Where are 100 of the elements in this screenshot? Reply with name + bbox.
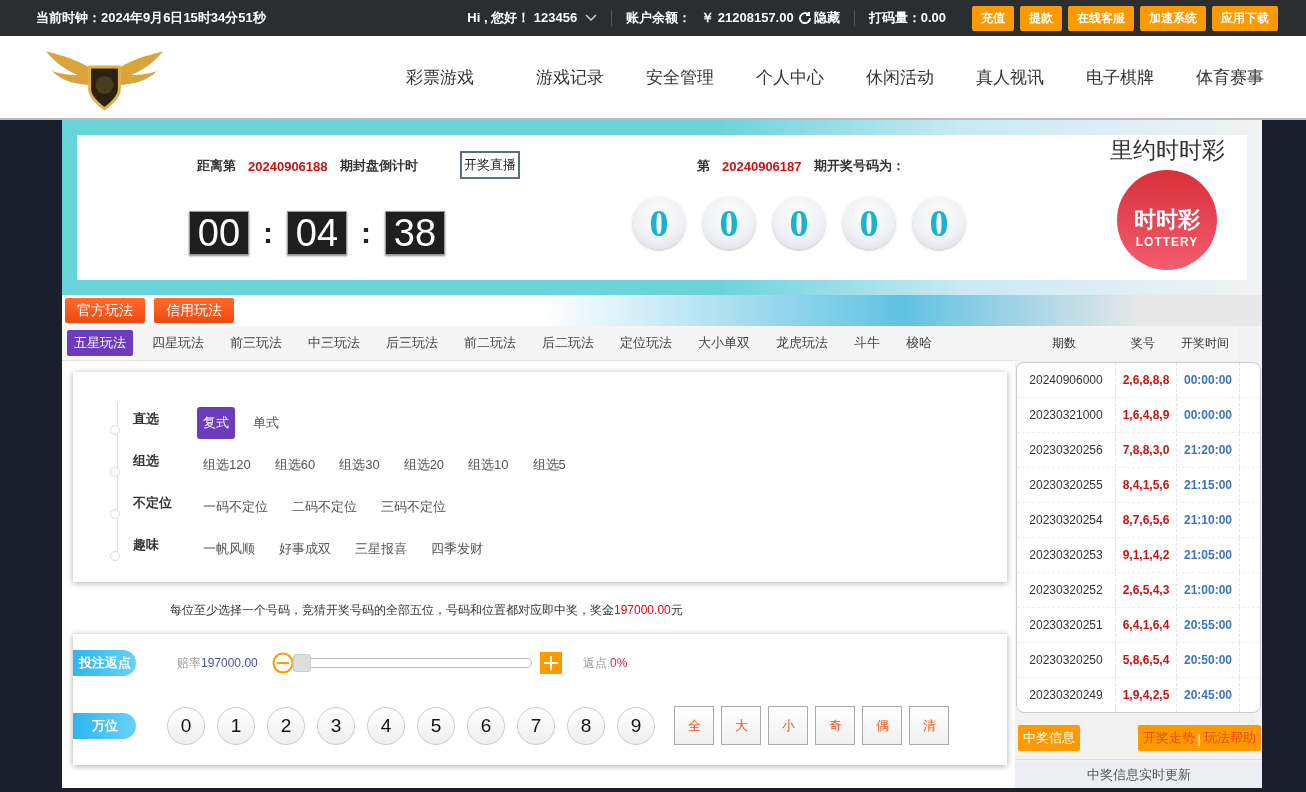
issue-cell: 20240906000 xyxy=(1017,363,1116,397)
nav-item[interactable]: 彩票游戏 xyxy=(406,65,536,89)
numbers-cell: 8,4,1,5,6 xyxy=(1116,468,1177,502)
time-cell: 00:00:00 xyxy=(1177,398,1240,432)
minus-icon[interactable] xyxy=(271,652,294,674)
play-option[interactable]: 三星报喜 xyxy=(349,533,413,565)
balance-label: 账户余额： xyxy=(626,9,692,27)
play-option[interactable]: 单式 xyxy=(247,407,285,439)
play-option[interactable]: 四季发财 xyxy=(425,533,489,565)
play-option[interactable]: 好事成双 xyxy=(273,533,337,565)
nav-item[interactable]: 真人视讯 xyxy=(976,65,1086,89)
play-option[interactable]: 组选10 xyxy=(462,449,515,481)
issue-cell: 20230320255 xyxy=(1017,468,1116,502)
numbers-cell: 6,4,1,6,4 xyxy=(1116,608,1177,642)
numbers-cell: 7,8,8,3,0 xyxy=(1116,433,1177,467)
timeline-dot xyxy=(110,551,120,561)
play-tab[interactable]: 中三玩法 xyxy=(301,330,367,356)
number-ball[interactable]: 3 xyxy=(317,706,355,745)
odds-text: 赔率197000.00 xyxy=(177,654,258,672)
result-ball: 0 xyxy=(913,197,965,249)
plus-icon[interactable] xyxy=(539,652,562,674)
play-option[interactable]: 组选5 xyxy=(526,449,572,481)
play-tab[interactable]: 大小单双 xyxy=(691,330,757,356)
link-separator: | xyxy=(1197,730,1201,746)
timeline-dot xyxy=(110,509,120,519)
time-cell: 21:15:00 xyxy=(1177,468,1240,502)
clock-text: 当前时钟：2024年9月6日15时34分51秒 xyxy=(36,9,267,27)
number-ball[interactable]: 4 xyxy=(367,706,405,745)
rule-hint: 每位至少选择一个号码，竞猜开奖号码的全部五位，号码和位置都对应即中奖，奖金197000.00元 xyxy=(169,602,684,619)
issue-cell: 20230320256 xyxy=(1017,433,1116,467)
play-option[interactable]: 组选60 xyxy=(268,449,322,481)
timer-separator: : xyxy=(263,216,273,250)
number-ball[interactable]: 0 xyxy=(167,706,205,745)
play-option[interactable]: 三码不定位 xyxy=(375,491,452,523)
timeline-dot xyxy=(110,425,120,435)
numbers-cell: 8,7,6,5,6 xyxy=(1116,503,1177,537)
nav-item[interactable]: 休闲活动 xyxy=(866,65,976,89)
live-update-text: 中奖信息实时更新 xyxy=(1015,762,1262,788)
result-label: 第 xyxy=(697,157,710,175)
lottery-logo: 时时彩 LOTTERY xyxy=(1117,170,1217,270)
issue-number: 20240906187 xyxy=(722,158,802,174)
play-option[interactable]: 组选120 xyxy=(197,449,257,481)
caret-icon[interactable] xyxy=(585,14,598,22)
group-label: 组选 xyxy=(132,452,160,470)
refresh-icon[interactable] xyxy=(797,11,812,25)
timer-separator: : xyxy=(361,216,371,250)
play-option[interactable]: 二码不定位 xyxy=(286,491,363,523)
number-ball[interactable]: 1 xyxy=(217,706,255,745)
play-option[interactable]: 复式 xyxy=(197,407,235,439)
column-header: 奖号 xyxy=(1130,334,1156,352)
numbers-cell: 5,8,6,5,4 xyxy=(1116,643,1177,677)
result-ball: 0 xyxy=(633,197,685,249)
play-tab[interactable]: 梭哈 xyxy=(899,330,939,356)
issue-cell: 20230320253 xyxy=(1017,538,1116,572)
hide-link[interactable]: 隐藏 xyxy=(813,9,840,27)
numbers-cell: 2,6,5,4,3 xyxy=(1116,573,1177,607)
issue-cell: 20230320249 xyxy=(1017,678,1116,712)
play-tab[interactable]: 后二玩法 xyxy=(535,330,601,356)
play-option[interactable]: 组选30 xyxy=(333,449,386,481)
timer-digits: 04 xyxy=(287,211,347,255)
live-draw-button[interactable]: 开奖直播 xyxy=(459,151,520,179)
nav-item[interactable]: 安全管理 xyxy=(646,65,756,89)
play-tab[interactable]: 斗牛 xyxy=(847,330,887,356)
column-header: 开奖时间 xyxy=(1179,334,1230,352)
position-tag: 万位 xyxy=(73,712,136,739)
numbers-cell: 2,6,8,8,8 xyxy=(1116,363,1177,397)
play-tab[interactable]: 定位玩法 xyxy=(613,330,679,356)
time-cell: 00:00:00 xyxy=(1177,363,1240,397)
play-tab[interactable]: 后三玩法 xyxy=(379,330,445,356)
issue-cell: 20230320254 xyxy=(1017,503,1116,537)
timer-digits: 00 xyxy=(189,211,249,255)
play-tab[interactable]: 龙虎玩法 xyxy=(769,330,835,356)
number-ball[interactable]: 8 xyxy=(567,706,605,745)
time-cell: 20:55:00 xyxy=(1177,608,1240,642)
play-option[interactable]: 组选20 xyxy=(397,449,451,481)
time-cell: 20:45:00 xyxy=(1177,678,1240,712)
timeline-dot xyxy=(110,467,120,477)
nav-item[interactable]: 游戏记录 xyxy=(536,65,646,89)
number-ball[interactable]: 6 xyxy=(467,706,505,745)
number-ball[interactable]: 2 xyxy=(267,706,305,745)
greeting-text[interactable]: Hi , 您好！ 123456 xyxy=(467,9,578,27)
play-tab[interactable]: 四星玩法 xyxy=(145,330,211,356)
time-cell: 20:50:00 xyxy=(1177,643,1240,677)
slider-thumb[interactable] xyxy=(292,654,311,672)
number-ball[interactable]: 5 xyxy=(417,706,455,745)
nav-item[interactable]: 电子棋牌 xyxy=(1086,65,1196,89)
number-ball[interactable]: 7 xyxy=(517,706,555,745)
nav-item[interactable]: 个人中心 xyxy=(756,65,866,89)
play-option[interactable]: 一码不定位 xyxy=(197,491,274,523)
play-tab[interactable]: 前二玩法 xyxy=(457,330,523,356)
play-tab[interactable]: 五星玩法 xyxy=(67,330,133,356)
time-cell: 21:20:00 xyxy=(1177,433,1240,467)
play-option[interactable]: 一帆风顺 xyxy=(197,533,261,565)
nav-item[interactable]: 体育赛事 xyxy=(1196,65,1306,89)
issue-cell: 20230320250 xyxy=(1017,643,1116,677)
time-cell: 21:05:00 xyxy=(1177,538,1240,572)
play-tab[interactable]: 前三玩法 xyxy=(223,330,289,356)
number-ball[interactable]: 9 xyxy=(617,706,655,745)
issue-number: 20240906188 xyxy=(248,158,328,174)
group-label: 不定位 xyxy=(132,494,173,512)
